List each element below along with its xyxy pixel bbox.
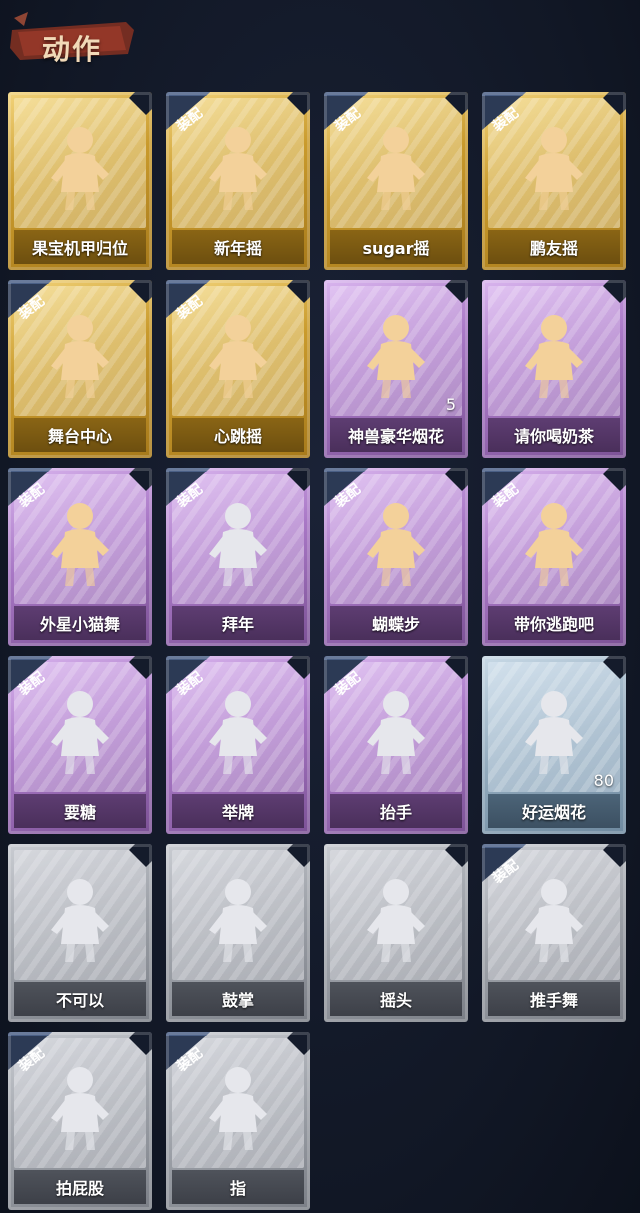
action-card[interactable]: 拜年 装配: [166, 468, 310, 646]
action-card[interactable]: 要糖 装配: [8, 656, 152, 834]
equipped-badge: 装配: [166, 92, 216, 135]
heartbeat-shake-icon: [203, 310, 273, 404]
action-grid: 果宝机甲归位 新年摇 装配 sugar摇 装配 鹏友摇 装配 舞台中心 装配 心…: [0, 0, 640, 1213]
item-count: 5: [445, 395, 456, 414]
action-card[interactable]: 推手舞 装配: [482, 844, 626, 1022]
butterfly-step-icon: [361, 498, 431, 592]
action-label: 举牌: [172, 794, 304, 828]
action-card[interactable]: 鼓掌: [166, 844, 310, 1022]
action-card[interactable]: 拍屁股 装配: [8, 1032, 152, 1210]
action-card[interactable]: 蝴蝶步 装配: [324, 468, 468, 646]
equipped-badge: 装配: [324, 656, 374, 699]
action-label: 心跳摇: [172, 418, 304, 452]
action-label: 舞台中心: [14, 418, 146, 452]
action-card[interactable]: 心跳摇 装配: [166, 280, 310, 458]
action-label: 摇头: [330, 982, 462, 1016]
action-card[interactable]: 新年摇 装配: [166, 92, 310, 270]
new-year-greeting-icon: [203, 498, 273, 592]
action-card[interactable]: sugar摇 装配: [324, 92, 468, 270]
action-label: 请你喝奶茶: [488, 418, 620, 452]
action-label: 拜年: [172, 606, 304, 640]
action-label: 新年摇: [172, 230, 304, 264]
action-card[interactable]: 指 装配: [166, 1032, 310, 1210]
equipped-badge: 装配: [166, 468, 216, 511]
action-label: 鼓掌: [172, 982, 304, 1016]
friend-shake-icon: [519, 122, 589, 216]
action-label: 带你逃跑吧: [488, 606, 620, 640]
equipped-badge: 装配: [482, 468, 532, 511]
clap-icon: [203, 874, 273, 968]
action-card[interactable]: 请你喝奶茶: [482, 280, 626, 458]
action-label: 果宝机甲归位: [14, 230, 146, 264]
hold-sign-icon: [203, 686, 273, 780]
action-card[interactable]: 果宝机甲归位: [8, 92, 152, 270]
action-card[interactable]: 不可以: [8, 844, 152, 1022]
action-label: 不可以: [14, 982, 146, 1016]
newyear-shake-icon: [203, 122, 273, 216]
action-label: 蝴蝶步: [330, 606, 462, 640]
robot-dance-icon: [45, 122, 115, 216]
equipped-badge: 装配: [324, 92, 374, 135]
pat-butt-icon: [45, 1062, 115, 1156]
action-label: 指: [172, 1170, 304, 1204]
action-card[interactable]: 带你逃跑吧 装配: [482, 468, 626, 646]
action-label: 要糖: [14, 794, 146, 828]
alien-cat-dance-icon: [45, 498, 115, 592]
fireworks-box-icon: [361, 310, 431, 404]
lucky-firework-icon: [519, 686, 589, 780]
equipped-badge: 装配: [324, 468, 374, 511]
action-label: 推手舞: [488, 982, 620, 1016]
equipped-badge: 装配: [8, 656, 58, 699]
action-label: sugar摇: [330, 230, 462, 264]
action-card[interactable]: 5 神兽豪华烟花: [324, 280, 468, 458]
stage-center-icon: [45, 310, 115, 404]
raise-hand-icon: [361, 686, 431, 780]
equipped-badge: 装配: [166, 1032, 216, 1075]
action-card[interactable]: 摇头: [324, 844, 468, 1022]
equipped-badge: 装配: [8, 468, 58, 511]
equipped-badge: 装配: [166, 656, 216, 699]
point-icon: [203, 1062, 273, 1156]
equipped-badge: 装配: [8, 280, 58, 323]
action-label: 好运烟花: [488, 794, 620, 828]
action-card[interactable]: 抬手 装配: [324, 656, 468, 834]
push-hand-dance-icon: [519, 874, 589, 968]
ask-candy-icon: [45, 686, 115, 780]
action-card[interactable]: 鹏友摇 装配: [482, 92, 626, 270]
equipped-badge: 装配: [482, 844, 532, 887]
action-label: 抬手: [330, 794, 462, 828]
equipped-badge: 装配: [482, 92, 532, 135]
action-card[interactable]: 举牌 装配: [166, 656, 310, 834]
item-count: 80: [593, 771, 614, 790]
action-card[interactable]: 舞台中心 装配: [8, 280, 152, 458]
action-label: 拍屁股: [14, 1170, 146, 1204]
action-label: 鹏友摇: [488, 230, 620, 264]
action-card[interactable]: 外星小猫舞 装配: [8, 468, 152, 646]
action-label: 外星小猫舞: [14, 606, 146, 640]
equipped-badge: 装配: [8, 1032, 58, 1075]
emote-page: 动作 果宝机甲归位 新年摇 装配 sugar摇 装配 鹏友摇 装配 舞台中心 装…: [0, 0, 640, 1213]
action-card[interactable]: 80 好运烟花: [482, 656, 626, 834]
action-label: 神兽豪华烟花: [330, 418, 462, 452]
no-finger-icon: [45, 874, 115, 968]
sugar-shake-icon: [361, 122, 431, 216]
equipped-badge: 装配: [166, 280, 216, 323]
run-away-icon: [519, 498, 589, 592]
shake-head-icon: [361, 874, 431, 968]
milk-tea-icon: [519, 310, 589, 404]
